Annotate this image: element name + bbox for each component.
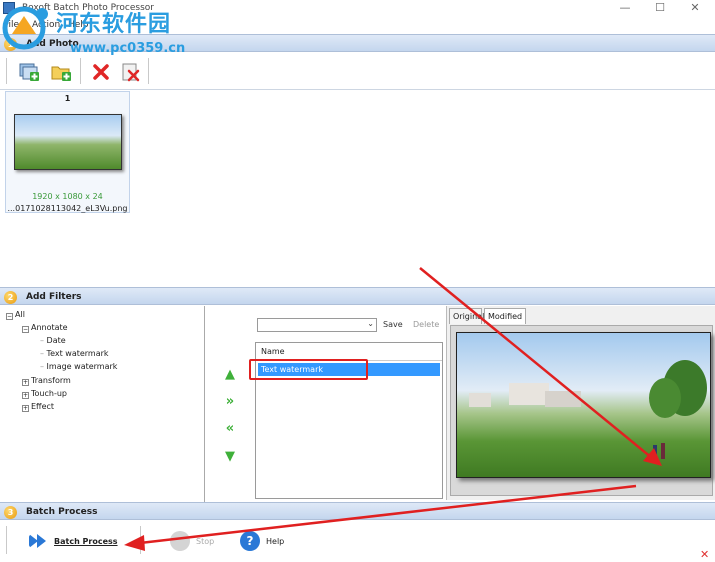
batch-process-header: 3 Batch Process [0,502,715,520]
toolbar-separator [140,526,141,554]
photo-filename: ...0171028113042_eL3Vu.png [7,204,128,213]
add-filters-header: 2 Add Filters [0,287,715,305]
close-window-button[interactable]: ✕ [678,0,712,17]
tree-node-annotate[interactable]: − Annotate [22,323,68,333]
tab-original[interactable]: Original [449,308,484,324]
watermark-url: www.pc0359.cn [70,41,186,56]
section-title: Batch Process [26,507,98,517]
toolbar-separator [6,58,7,84]
expand-icon[interactable]: + [22,392,29,399]
double-arrow-left-icon: « [225,421,235,436]
tree-node-effect[interactable]: + Effect [22,402,54,412]
clear-photos-button[interactable] [120,61,142,83]
preset-select[interactable]: ⌄ [257,318,377,332]
add-folder-button[interactable] [50,61,72,83]
add-photo-button[interactable] [18,61,40,83]
photo-index: 1 [64,94,71,103]
annotation-highlight-box [249,359,368,380]
filters-panel: − All − Annotate – Date – Text watermark –… [0,306,715,502]
preview-panel: Original Modified [446,306,715,500]
preview-image [456,332,711,478]
fast-forward-icon [29,534,46,548]
tree-node-transform[interactable]: + Transform [22,376,71,386]
chevron-down-icon: ⌄ [367,319,374,328]
tree-node-touch-up[interactable]: + Touch-up [22,389,67,399]
photo-toolbar [0,52,715,90]
toolbar-separator [148,58,149,84]
help-icon: ? [240,531,260,551]
photo-dimensions: 1920 x 1080 x 24 [32,192,103,201]
stop-button[interactable]: Stop [170,531,220,551]
toolbar-separator [6,526,7,554]
tree-node-all[interactable]: − All [6,310,25,320]
preview-scene-drawing [469,360,707,459]
filter-tree: − All − Annotate – Date – Text watermark –… [0,306,205,502]
clear-list-icon [122,63,140,82]
tree-node-text-watermark[interactable]: – Text watermark [40,349,109,358]
move-down-button[interactable]: ▼ [221,449,239,465]
close-icon[interactable]: ✕ [700,548,709,561]
delete-x-icon [93,64,109,80]
tree-node-image-watermark[interactable]: – Image watermark [40,362,117,371]
arrow-up-icon: ▲ [225,367,235,382]
photo-thumbnail [14,114,122,170]
preview-frame [450,325,713,496]
batch-process-button[interactable]: Batch Process [28,531,128,551]
move-up-button[interactable]: ▲ [221,367,239,383]
stop-icon [170,531,190,551]
maximize-button[interactable]: ☐ [643,0,677,17]
collapse-icon[interactable]: − [6,313,13,320]
save-button[interactable]: Save [383,320,403,329]
section-number-icon: 2 [4,291,17,304]
section-title: Add Filters [26,292,82,302]
add-photo-icon [19,63,39,81]
batch-toolbar: Batch Process Stop ? Help ✕ [0,520,715,562]
watermark-logo-icon [2,6,48,50]
watermark-title: 河东软件园 [56,12,172,37]
collapse-icon[interactable]: − [22,326,29,333]
tab-modified[interactable]: Modified [484,308,526,324]
remove-filter-button[interactable]: « [221,421,239,437]
remove-photo-button[interactable] [90,61,112,83]
section-number-icon: 3 [4,506,17,519]
minimize-button[interactable]: — [608,0,642,17]
double-arrow-right-icon: » [225,394,235,409]
photo-thumbnail-card[interactable]: 1 1920 x 1080 x 24 ...0171028113042_eL3V… [5,91,130,213]
photo-list: 1 1920 x 1080 x 24 ...0171028113042_eL3V… [0,90,715,287]
add-filter-button[interactable]: » [221,394,239,410]
expand-icon[interactable]: + [22,379,29,386]
add-folder-icon [51,66,71,81]
tree-node-date[interactable]: – Date [40,336,66,345]
delete-button[interactable]: Delete [413,320,439,329]
arrow-down-icon: ▼ [225,449,235,464]
toolbar-separator [80,58,81,84]
help-button[interactable]: ? Help [240,531,290,551]
expand-icon[interactable]: + [22,405,29,412]
